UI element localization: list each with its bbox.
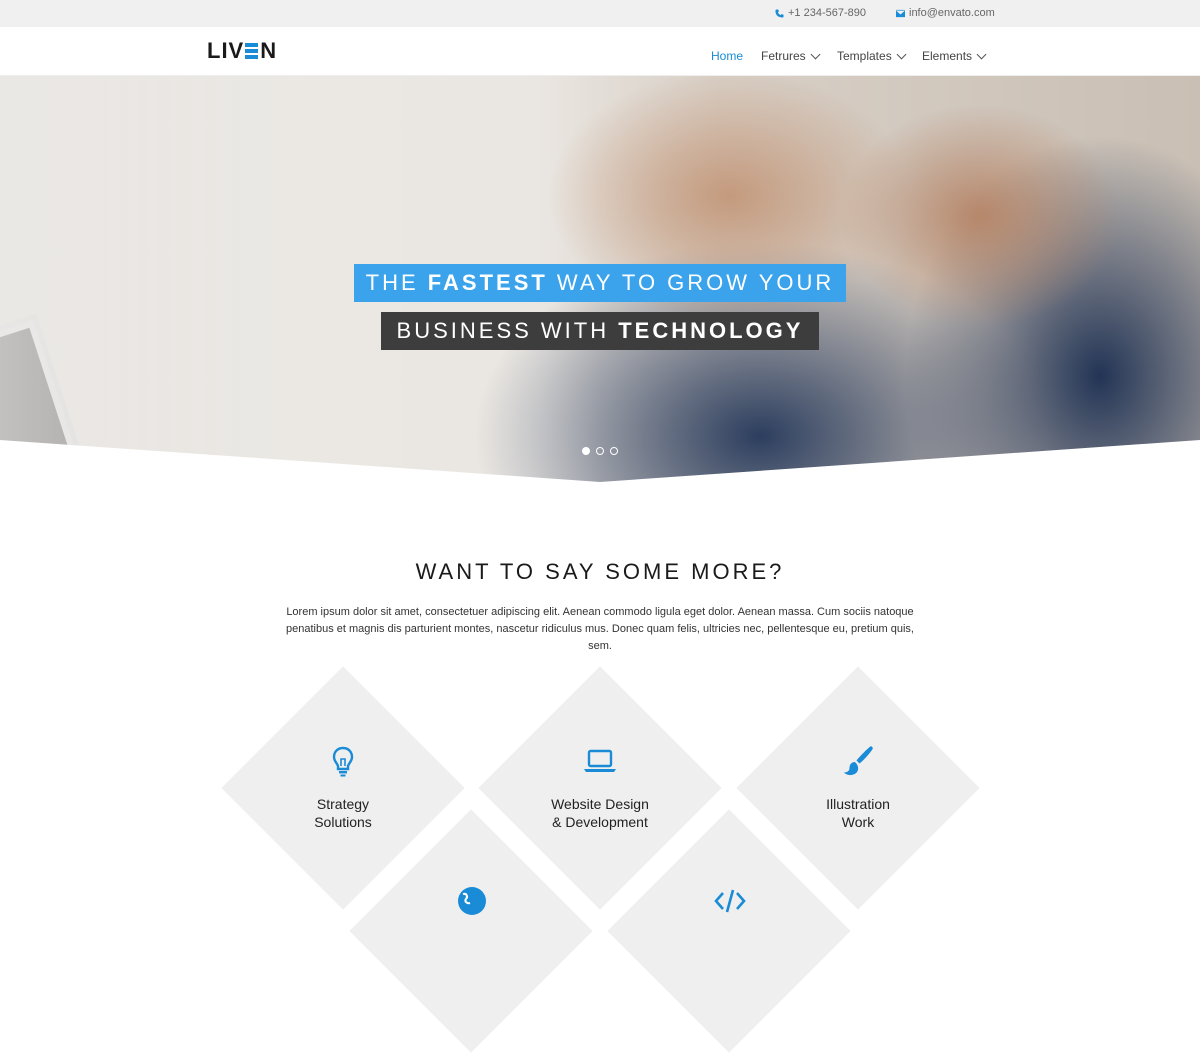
paintbrush-icon [841,744,875,778]
logo-text-left: LIV [207,38,245,63]
top-bar: +1 234-567-890 info@envato.com [0,0,1200,27]
nav-features-label: Fetrures [761,49,806,63]
chevron-down-icon [976,49,987,59]
slider-dot-3[interactable] [610,447,618,455]
email-contact[interactable]: info@envato.com [896,7,995,19]
hero-headline-line2: BUSINESS WITH TECHNOLOGY [381,312,819,350]
service-label-line1: Illustration [826,796,890,812]
nav-home-label: Home [711,49,744,63]
code-icon [713,884,747,918]
service-label-line2: & Development [552,814,648,830]
service-label-strategy: Strategy Solutions [243,795,443,831]
hero-headline-line1: THE FASTEST WAY TO GROW YOUR [354,264,846,302]
service-label-line2: Work [841,814,875,830]
nav-elements[interactable]: Elements [922,49,987,63]
phone-icon [775,8,784,18]
section-title: WANT TO SAY SOME MORE? [415,559,785,584]
logo[interactable]: LIV N [207,40,277,62]
chevron-down-icon [896,49,907,59]
hero-line1-post: WAY TO GROW YOUR [547,270,835,295]
logo-e-mark [245,43,259,59]
globe-icon [455,884,489,918]
envelope-icon [896,9,905,17]
email-address: info@envato.com [909,7,995,19]
lightbulb-icon [326,744,360,778]
nav-features[interactable]: Fetrures [761,49,821,63]
nav-templates-label: Templates [837,49,892,63]
nav-templates[interactable]: Templates [837,49,907,63]
hero-slider: THE FASTEST WAY TO GROW YOUR BUSINESS WI… [0,76,1200,486]
hero-line2-bold: TECHNOLOGY [618,318,804,343]
service-label-illustration: Illustration Work [758,795,958,831]
hero-line2-pre: BUSINESS WITH [396,318,619,343]
service-label-line1: Strategy [316,796,370,812]
phone-number: +1 234-567-890 [788,7,866,19]
hero-line1-pre: THE [365,270,428,295]
service-label-web-design: Website Design & Development [500,795,700,831]
service-label-line2: Solutions [314,814,372,830]
slider-dot-2[interactable] [596,447,604,455]
chevron-down-icon [810,49,821,59]
logo-text-right: N [260,38,278,63]
nav-home[interactable]: Home [711,49,743,63]
laptop-icon [583,744,617,778]
slider-dots [582,447,618,455]
section-description: Lorem ipsum dolor sit amet, consectetuer… [286,606,914,652]
hero-line1-bold: FASTEST [427,270,548,295]
service-label-line1: Website Design [551,796,649,812]
phone-contact[interactable]: +1 234-567-890 [775,7,866,19]
site-header: LIV N Home Fetrures Templates Elements [0,27,1200,76]
nav-elements-label: Elements [922,49,973,63]
slider-dot-1[interactable] [582,447,590,455]
